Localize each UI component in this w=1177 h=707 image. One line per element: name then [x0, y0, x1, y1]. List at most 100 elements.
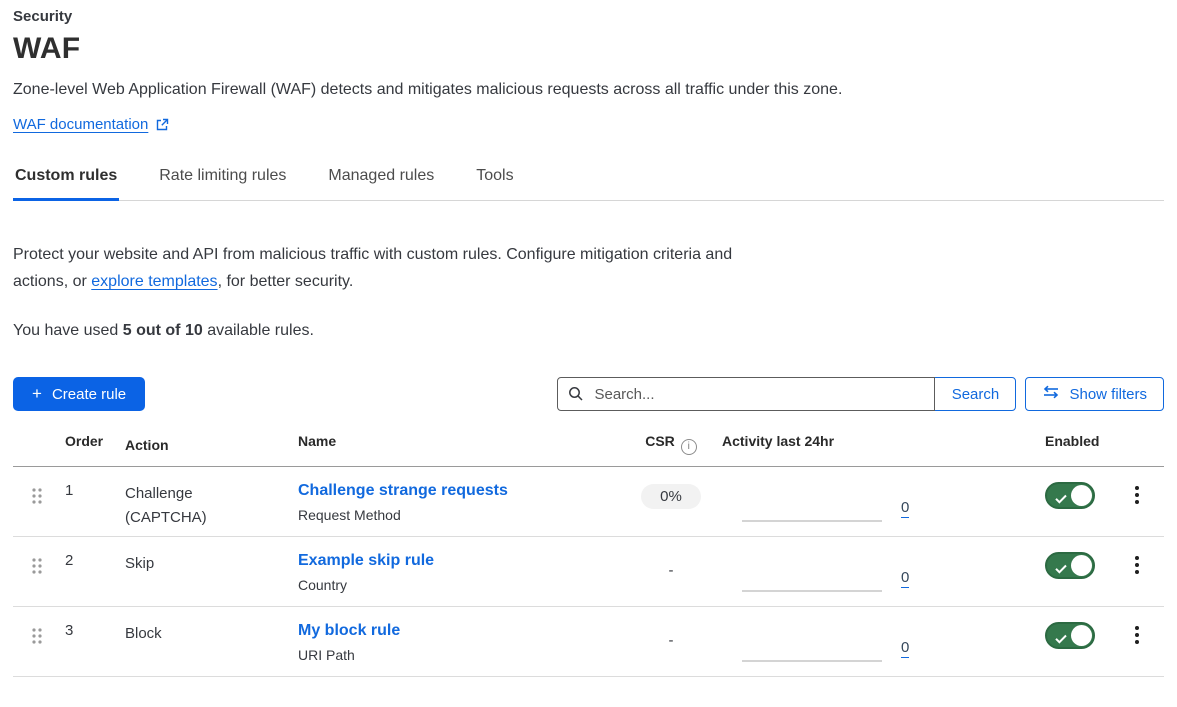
cell-handle	[13, 482, 65, 511]
tab-custom-rules[interactable]: Custom rules	[13, 167, 119, 201]
enabled-toggle[interactable]	[1045, 622, 1095, 649]
cell-handle	[13, 552, 65, 581]
cell-activity: 0	[722, 552, 945, 592]
rule-row: 3 Block My block rule URI Path - 0	[13, 607, 1164, 677]
drag-dots-icon[interactable]	[30, 626, 44, 651]
external-link-icon	[155, 118, 169, 132]
toolbar-right: Search Show filters	[557, 377, 1164, 411]
toggle-knob	[1071, 555, 1092, 576]
rule-name-link[interactable]: Example skip rule	[298, 552, 434, 570]
activity-wrap: 0	[722, 552, 945, 592]
csr-badge: 0%	[641, 484, 701, 509]
header-activity: Activity last 24hr	[722, 433, 945, 449]
enabled-toggle[interactable]	[1045, 552, 1095, 579]
custom-rules-table: Order Action Name CSR i Activity last 24h…	[13, 433, 1164, 677]
rule-name-link[interactable]: Challenge strange requests	[298, 482, 508, 500]
cell-name: Example skip rule Country	[298, 552, 620, 593]
cell-order: 2	[65, 552, 125, 569]
swap-arrows-icon	[1042, 385, 1060, 403]
cell-csr: -	[620, 552, 722, 580]
activity-sparkline	[742, 520, 882, 522]
doc-link-label: WAF documentation	[13, 116, 148, 133]
activity-sparkline	[742, 590, 882, 592]
cell-menu	[1110, 482, 1164, 513]
cell-csr: 0%	[620, 482, 722, 509]
cell-activity: 0	[722, 622, 945, 662]
info-circle-icon[interactable]: i	[681, 439, 697, 455]
waf-tabs: Custom rules Rate limiting rules Managed…	[13, 167, 1164, 201]
rule-field: URI Path	[298, 647, 620, 663]
kebab-menu-icon[interactable]	[1128, 622, 1146, 653]
breadcrumb-security: Security	[13, 8, 1164, 25]
cell-enabled	[945, 482, 1110, 514]
cell-activity: 0	[722, 482, 945, 522]
rule-row: 1 Challenge (CAPTCHA) Challenge strange …	[13, 467, 1164, 537]
search-input[interactable]	[557, 377, 935, 411]
custom-rules-intro: Protect your website and API from malici…	[13, 241, 758, 295]
rule-name-link[interactable]: My block rule	[298, 622, 400, 640]
cell-menu	[1110, 552, 1164, 583]
cell-name: Challenge strange requests Request Metho…	[298, 482, 620, 523]
create-rule-label: Create rule	[52, 386, 126, 403]
usage-suffix: available rules.	[203, 322, 314, 339]
toggle-knob	[1071, 485, 1092, 506]
search-button[interactable]: Search	[934, 377, 1016, 411]
activity-wrap: 0	[722, 482, 945, 522]
rules-usage-line: You have used 5 out of 10 available rule…	[13, 322, 1164, 340]
checkmark-icon	[1055, 491, 1067, 509]
header-csr: CSR i	[620, 433, 722, 455]
table-header-row: Order Action Name CSR i Activity last 24h…	[13, 433, 1164, 467]
kebab-menu-icon[interactable]	[1128, 552, 1146, 583]
usage-count: 5 out of 10	[123, 322, 203, 339]
cell-enabled	[945, 622, 1110, 654]
cell-action: Block	[125, 622, 298, 646]
cell-order: 3	[65, 622, 125, 639]
drag-dots-icon[interactable]	[30, 556, 44, 581]
explore-templates-link[interactable]: explore templates	[91, 273, 217, 290]
cell-menu	[1110, 622, 1164, 653]
cell-csr: -	[620, 622, 722, 650]
activity-sparkline	[742, 660, 882, 662]
activity-count-link[interactable]: 0	[901, 499, 909, 518]
header-action: Action	[125, 433, 298, 457]
show-filters-button[interactable]: Show filters	[1025, 377, 1164, 411]
intro-text-after: , for better security.	[218, 273, 354, 290]
rules-toolbar: + Create rule Search	[13, 377, 1164, 411]
header-enabled: Enabled	[945, 433, 1110, 449]
rule-row: 2 Skip Example skip rule Country - 0	[13, 537, 1164, 607]
toggle-knob	[1071, 625, 1092, 646]
header-name: Name	[298, 433, 620, 449]
usage-prefix: You have used	[13, 322, 123, 339]
header-csr-label: CSR	[645, 433, 675, 449]
drag-dots-icon[interactable]	[30, 486, 44, 511]
cell-enabled	[945, 552, 1110, 584]
cell-order: 1	[65, 482, 125, 499]
activity-count-link[interactable]: 0	[901, 569, 909, 588]
checkmark-icon	[1055, 631, 1067, 649]
activity-wrap: 0	[722, 622, 945, 662]
tab-rate-limiting-rules[interactable]: Rate limiting rules	[157, 167, 288, 201]
cell-name: My block rule URI Path	[298, 622, 620, 663]
waf-page: Security WAF Zone-level Web Application …	[0, 0, 1177, 677]
tab-managed-rules[interactable]: Managed rules	[326, 167, 436, 201]
search-field-wrap	[557, 377, 935, 411]
waf-documentation-link[interactable]: WAF documentation	[13, 116, 169, 133]
kebab-menu-icon[interactable]	[1128, 482, 1146, 513]
csr-dash: -	[669, 632, 674, 649]
enabled-toggle[interactable]	[1045, 482, 1095, 509]
search-icon	[568, 386, 584, 407]
cell-action: Challenge (CAPTCHA)	[125, 482, 298, 530]
checkmark-icon	[1055, 561, 1067, 579]
show-filters-label: Show filters	[1069, 386, 1147, 403]
create-rule-button[interactable]: + Create rule	[13, 377, 145, 411]
tab-tools[interactable]: Tools	[474, 167, 515, 201]
activity-count-link[interactable]: 0	[901, 639, 909, 658]
csr-dash: -	[669, 562, 674, 579]
cell-action: Skip	[125, 552, 298, 576]
page-title: WAF	[13, 32, 1164, 66]
rule-field: Request Method	[298, 507, 620, 523]
header-order: Order	[65, 433, 125, 449]
rule-field: Country	[298, 577, 620, 593]
page-description: Zone-level Web Application Firewall (WAF…	[13, 81, 1164, 99]
cell-handle	[13, 622, 65, 651]
